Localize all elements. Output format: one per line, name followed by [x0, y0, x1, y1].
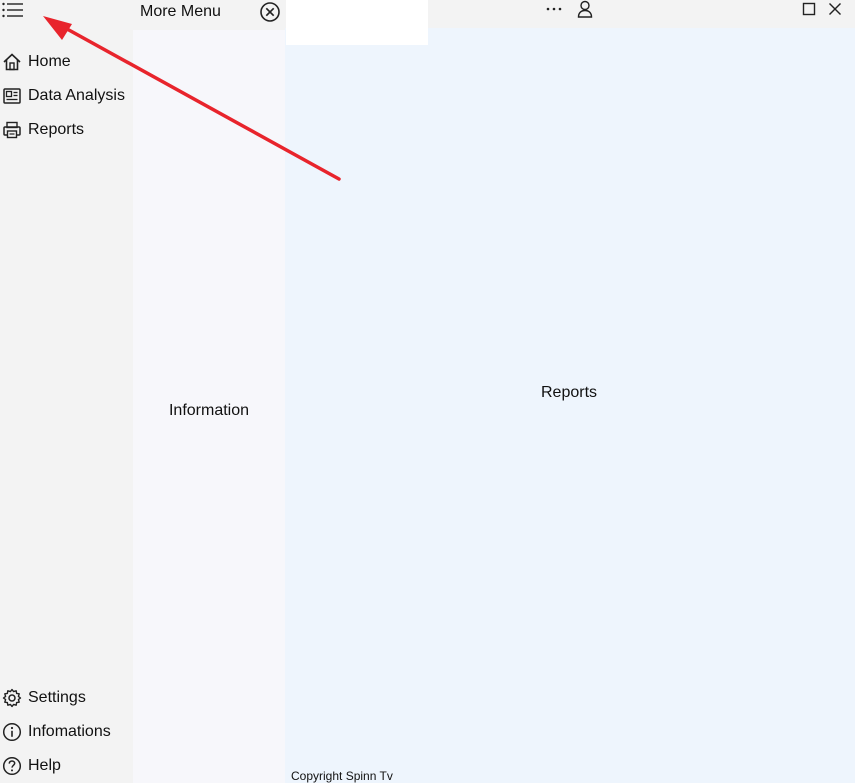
more-menu-header: More Menu: [133, 0, 285, 30]
more-menu-panel: More Menu Information: [133, 0, 285, 783]
close-icon[interactable]: [826, 0, 844, 18]
sidebar-item-label: Home: [28, 53, 71, 70]
close-circle-icon[interactable]: [259, 1, 281, 23]
sidebar-item-infomations[interactable]: Infomations: [2, 720, 111, 744]
sidebar-item-label: Help: [28, 757, 61, 774]
page-title: Reports: [540, 384, 598, 401]
gear-icon: [2, 688, 22, 708]
sidebar: Home Data Analysis Reports Settings Info…: [0, 0, 133, 783]
sidebar-item-reports[interactable]: Reports: [2, 118, 84, 142]
maximize-icon[interactable]: [800, 0, 818, 18]
information-label: Information: [168, 402, 250, 419]
data-analysis-icon: [2, 86, 22, 106]
more-menu-title: More Menu: [140, 3, 221, 20]
sidebar-item-help[interactable]: Help: [2, 754, 61, 778]
help-icon: [2, 756, 22, 776]
main-content: Reports Copyright Spinn Tv: [285, 28, 855, 783]
user-icon[interactable]: [575, 0, 595, 18]
sidebar-item-label: Data Analysis: [28, 87, 125, 104]
sidebar-item-data-analysis[interactable]: Data Analysis: [2, 84, 125, 108]
title-bar: [428, 0, 855, 28]
copyright-footer: Copyright Spinn Tv: [291, 769, 393, 783]
more-horizontal-icon[interactable]: [543, 0, 565, 18]
home-icon: [2, 52, 22, 72]
printer-icon: [2, 120, 22, 140]
title-bar-blank-region: [286, 0, 428, 45]
sidebar-item-label: Reports: [28, 121, 85, 138]
info-icon: [2, 722, 22, 742]
sidebar-item-label: Infomations: [28, 723, 111, 740]
sidebar-item-settings[interactable]: Settings: [2, 686, 86, 710]
hamburger-menu-icon[interactable]: [2, 0, 24, 20]
sidebar-item-home[interactable]: Home: [2, 50, 71, 74]
sidebar-item-label: Settings: [28, 689, 86, 706]
